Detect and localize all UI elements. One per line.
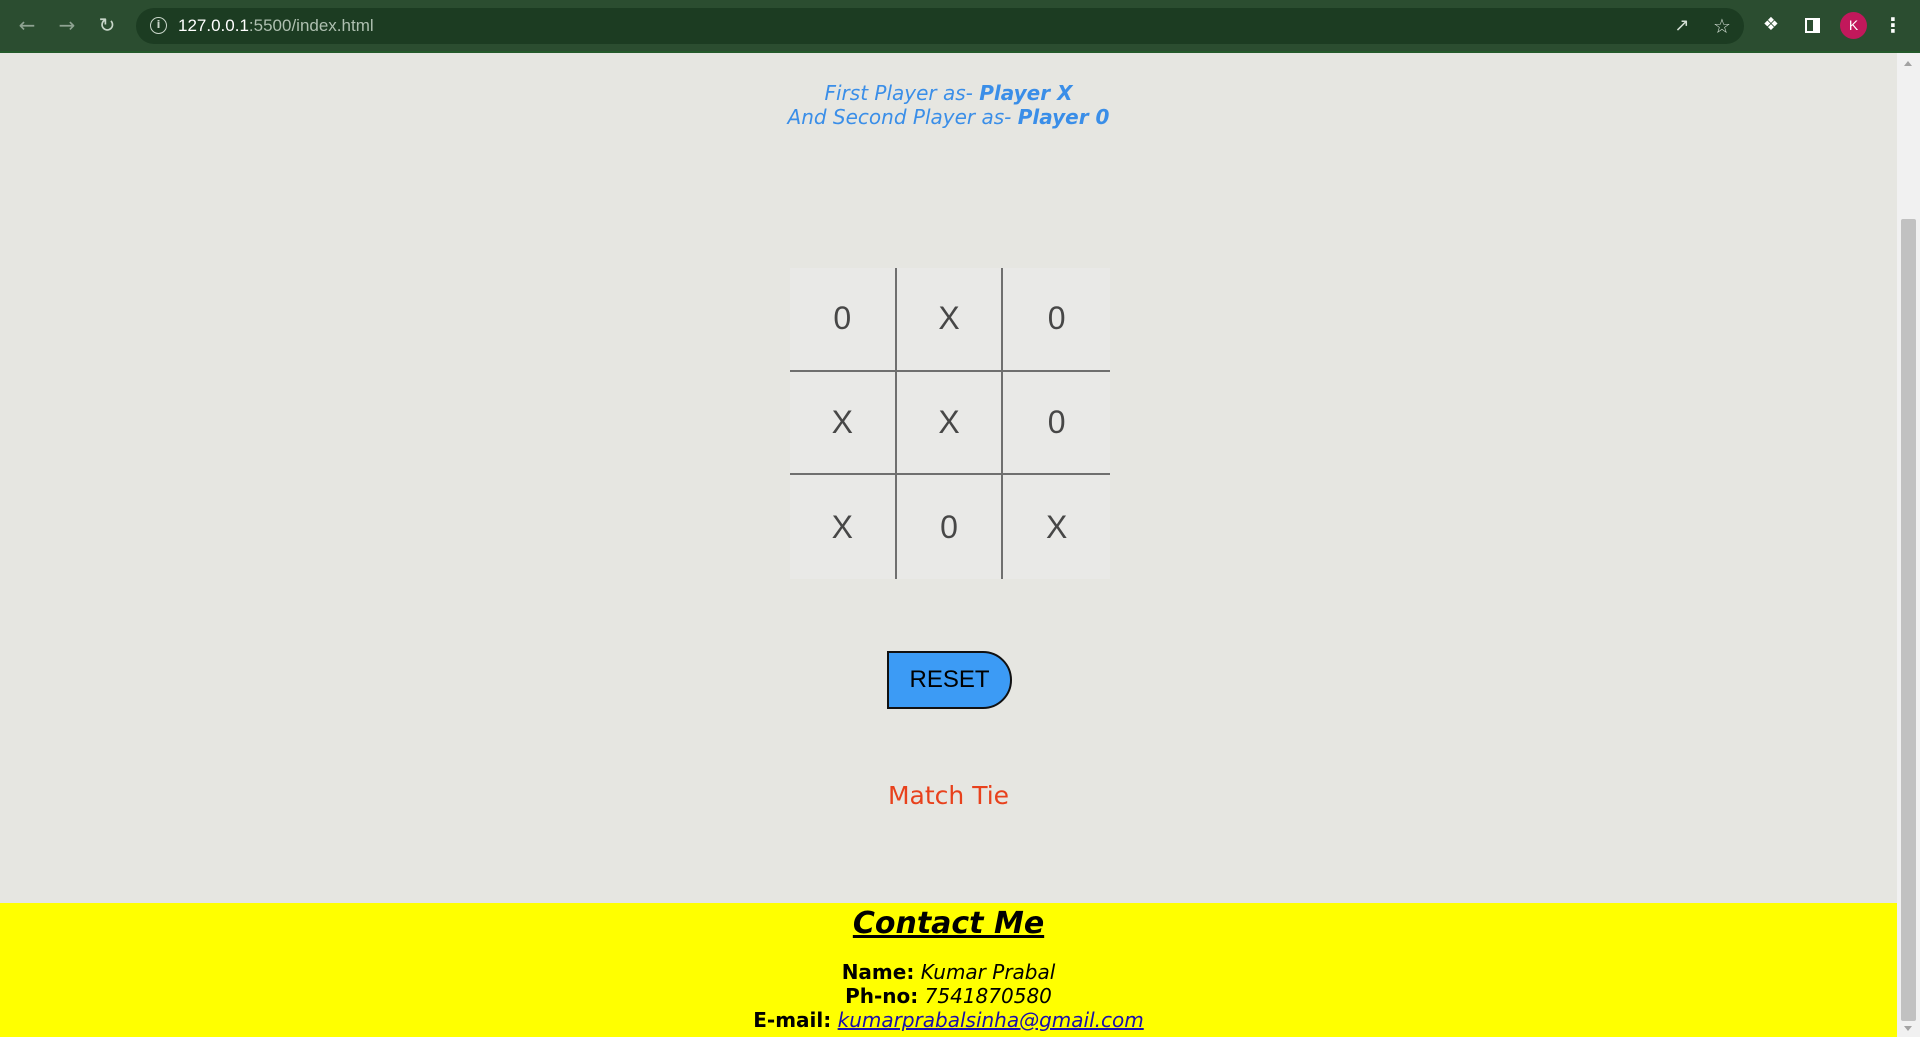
star-icon[interactable]: ☆ [1710, 14, 1734, 38]
second-player-name: Player 0 [1017, 105, 1110, 129]
second-player-line: And Second Player as- Player 0 [0, 105, 1897, 129]
name-label: Name: [841, 960, 915, 984]
scroll-thumb[interactable] [1901, 219, 1916, 1021]
side-panel-icon[interactable] [1799, 12, 1825, 38]
phone-label: Ph-no: [845, 984, 919, 1008]
contact-phone-line: Ph-no: 7541870580 [0, 984, 1897, 1008]
address-bar[interactable]: i 127.0.0.1:5500/index.html ↗ ☆ [136, 8, 1744, 44]
contact-details: Name: Kumar Prabal Ph-no: 7541870580 E-m… [0, 960, 1897, 1032]
url-path: :5500/index.html [248, 16, 374, 35]
contact-name-line: Name: Kumar Prabal [0, 960, 1897, 984]
board-cell[interactable]: X [896, 371, 1004, 476]
email-link[interactable]: kumarprabalsinha@gmail.com [838, 1008, 1144, 1032]
reload-icon[interactable]: ↻ [92, 10, 122, 40]
board-cell[interactable]: 0 [1003, 268, 1110, 372]
player-intro: First Player as- Player X And Second Pla… [0, 81, 1897, 129]
forward-arrow-icon[interactable]: → [52, 10, 82, 40]
email-label: E-mail: [753, 1008, 832, 1032]
contact-heading: Contact Me [852, 906, 1045, 941]
board-cell[interactable]: 0 [896, 475, 1004, 579]
first-player-prefix: First Player as- [824, 81, 980, 105]
board-cell[interactable]: X [896, 268, 1004, 372]
board-cell[interactable]: 0 [790, 268, 897, 372]
board-cell[interactable]: X [790, 371, 897, 476]
share-icon[interactable]: ↗ [1670, 14, 1694, 38]
contact-footer: Contact Me Name: Kumar Prabal Ph-no: 754… [0, 903, 1897, 1037]
game-board: 0 X 0 X X 0 X 0 X [790, 268, 1110, 579]
contact-email-line: E-mail: kumarprabalsinha@gmail.com [0, 1008, 1897, 1032]
url-text[interactable]: 127.0.0.1:5500/index.html [178, 16, 374, 36]
info-icon[interactable]: i [150, 17, 167, 34]
game-status: Match Tie [887, 781, 1010, 810]
name-value: Kumar Prabal [920, 960, 1056, 984]
second-player-prefix: And Second Player as- [787, 105, 1018, 129]
url-host: 127.0.0.1 [178, 16, 249, 35]
first-player-name: Player X [979, 81, 1073, 105]
page-content: First Player as- Player X And Second Pla… [0, 53, 1897, 1037]
first-player-line: First Player as- Player X [0, 81, 1897, 105]
back-arrow-icon[interactable]: ← [12, 10, 42, 40]
vertical-scrollbar[interactable] [1897, 53, 1920, 1037]
menu-icon[interactable]: ⋮ [1880, 12, 1906, 38]
extensions-icon[interactable]: ❖ [1758, 12, 1784, 38]
scroll-down-icon[interactable] [1904, 1026, 1912, 1031]
browser-toolbar: ← → ↻ i 127.0.0.1:5500/index.html ↗ ☆ ❖ … [0, 0, 1920, 53]
phone-value: 7541870580 [924, 984, 1052, 1008]
scroll-up-icon[interactable] [1904, 61, 1912, 66]
reset-button[interactable]: RESET [887, 651, 1012, 709]
board-cell[interactable]: X [790, 475, 897, 579]
board-cell[interactable]: 0 [1003, 371, 1110, 476]
board-cell[interactable]: X [1003, 475, 1110, 579]
avatar[interactable]: K [1840, 12, 1867, 39]
